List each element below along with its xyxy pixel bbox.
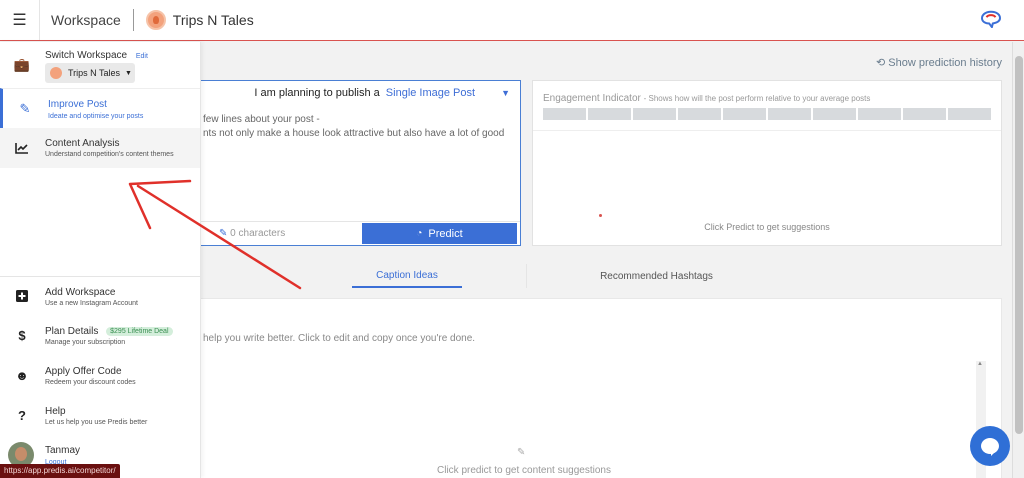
plan-details-title: Plan Details $295 Lifetime Deal xyxy=(45,326,173,337)
pencil-icon: ✎ xyxy=(517,447,526,458)
caption-ideas-panel: help you write better. Click to edit and… xyxy=(200,298,1002,478)
suggestion-tabs: Caption Ideas Recommended Hashtags xyxy=(200,264,1002,290)
workspace-avatar-icon xyxy=(50,67,62,79)
page-scrollbar[interactable] xyxy=(1012,42,1024,478)
briefcase-icon: 💼 xyxy=(13,57,31,72)
engagement-indicator-card: Engagement Indicator - Shows how will th… xyxy=(532,80,1002,246)
header-divider xyxy=(132,9,134,31)
content-analysis-subtitle: Understand competition's content themes xyxy=(45,151,174,158)
sidebar-item-improve-post[interactable]: ✎ Improve Post Ideate and optimise your … xyxy=(0,88,200,128)
meter-segment xyxy=(723,108,766,120)
brand-name: Trips N Tales xyxy=(172,12,254,28)
ideas-hint: help you write better. Click to edit and… xyxy=(203,333,476,344)
chat-button[interactable] xyxy=(970,426,1010,466)
sidebar-item-content-analysis[interactable]: Content Analysis Understand competition'… xyxy=(0,128,200,168)
post-text-line: nts not only make a house look attractiv… xyxy=(203,128,505,139)
workspace-dropdown[interactable]: Trips N Tales ▼ xyxy=(45,63,135,83)
dollar-icon: $ xyxy=(18,327,26,343)
lifetime-deal-badge: $295 Lifetime Deal xyxy=(106,327,173,336)
chevron-down-icon[interactable]: ▼ xyxy=(501,88,510,98)
tab-recommended-hashtags[interactable]: Recommended Hashtags xyxy=(526,264,786,288)
apply-offer-subtitle: Redeem your discount codes xyxy=(45,379,136,386)
planning-text: I am planning to publish a xyxy=(254,87,380,99)
status-url: https://app.predis.ai/competitor/ xyxy=(0,464,120,478)
apply-offer-title: Apply Offer Code xyxy=(45,366,122,377)
ideas-empty-message: Click predict to get content suggestions xyxy=(437,465,611,476)
help-subtitle: Let us help you use Predis better xyxy=(45,419,148,426)
character-count: ✎ 0 characters xyxy=(219,228,285,239)
brand-logo-icon xyxy=(145,10,166,30)
meter-segment xyxy=(858,108,901,120)
compose-footer: ✎ 0 characters ◔ Predict xyxy=(201,221,520,245)
line-chart-icon xyxy=(14,140,30,156)
predict-button-label: Predict xyxy=(428,227,463,240)
hamburger-icon[interactable]: ☰ xyxy=(0,0,40,40)
sidebar-item-apply-offer-code[interactable]: ☻ Apply Offer Code Redeem your discount … xyxy=(0,356,200,396)
engagement-meter xyxy=(543,108,991,120)
show-prediction-history-link[interactable]: ⟲ Show prediction history xyxy=(876,56,1002,69)
sidebar-item-add-workspace[interactable]: Add Workspace Use a new Instagram Accoun… xyxy=(0,276,200,316)
chat-bubble-icon xyxy=(981,438,999,456)
history-link-label: Show prediction history xyxy=(888,57,1002,69)
meter-segment xyxy=(633,108,676,120)
engagement-subtitle: - Shows how will the post perform relati… xyxy=(643,94,871,103)
character-count-text: 0 characters xyxy=(230,228,286,239)
meter-segment xyxy=(903,108,946,120)
question-icon: ? xyxy=(18,407,26,423)
switch-workspace-title: Switch Workspace Edit xyxy=(45,50,148,61)
add-workspace-subtitle: Use a new Instagram Account xyxy=(45,300,138,307)
add-workspace-title: Add Workspace xyxy=(45,287,116,298)
plus-square-icon xyxy=(14,288,30,304)
predict-button[interactable]: ◔ Predict xyxy=(362,223,517,244)
meter-segment xyxy=(678,108,721,120)
compose-card: I am planning to publish a Single Image … xyxy=(200,80,521,246)
history-icon: ⟲ xyxy=(875,57,886,69)
engagement-message: Click Predict to get suggestions xyxy=(704,222,830,232)
workspace-dropdown-value: Trips N Tales xyxy=(68,68,121,78)
predis-logo-icon[interactable] xyxy=(980,10,1002,28)
content-analysis-title: Content Analysis xyxy=(45,138,120,149)
loading-dot xyxy=(599,214,602,217)
engagement-title: Engagement Indicator - Shows how will th… xyxy=(543,93,870,104)
post-type-value[interactable]: Single Image Post xyxy=(386,87,475,99)
post-type-selector[interactable]: I am planning to publish a Single Image … xyxy=(201,81,520,105)
caret-down-icon: ▼ xyxy=(125,69,132,77)
improve-post-title: Improve Post xyxy=(48,99,107,110)
divider xyxy=(533,130,1001,131)
top-bar: ☰ Workspace Trips N Tales xyxy=(0,0,1024,41)
smile-icon: ☻ xyxy=(15,367,29,383)
engagement-title-text: Engagement Indicator xyxy=(543,93,641,104)
tab-caption-ideas[interactable]: Caption Ideas xyxy=(352,264,462,288)
meter-segment xyxy=(768,108,811,120)
pencil-icon: ✎ xyxy=(219,228,228,239)
workspace-label: Workspace xyxy=(51,12,121,28)
edit-workspace-link[interactable]: Edit xyxy=(136,53,148,60)
post-text-line: few lines about your post - xyxy=(203,114,320,125)
post-text-area[interactable]: few lines about your post - nts not only… xyxy=(201,105,520,141)
pencil-icon: ✎ xyxy=(19,101,31,116)
brain-icon: ◔ xyxy=(416,228,423,239)
sidebar-menu: 💼 Switch Workspace Edit Trips N Tales ▼ … xyxy=(0,42,201,478)
meter-segment xyxy=(543,108,586,120)
switch-workspace-label: Switch Workspace xyxy=(45,50,128,61)
sidebar-item-switch-workspace: 💼 Switch Workspace Edit Trips N Tales ▼ xyxy=(0,42,200,88)
plan-details-subtitle: Manage your subscription xyxy=(45,339,126,346)
plan-details-label: Plan Details xyxy=(45,326,99,337)
meter-segment xyxy=(948,108,991,120)
user-name: Tanmay xyxy=(45,445,81,456)
improve-post-subtitle: Ideate and optimise your posts xyxy=(48,113,144,120)
scrollbar-thumb[interactable] xyxy=(1015,56,1023,434)
sidebar-item-help[interactable]: ? Help Let us help you use Predis better xyxy=(0,396,200,436)
meter-segment xyxy=(813,108,856,120)
meter-segment xyxy=(588,108,631,120)
help-title: Help xyxy=(45,406,66,417)
sidebar-item-plan-details[interactable]: $ Plan Details $295 Lifetime Deal Manage… xyxy=(0,316,200,356)
